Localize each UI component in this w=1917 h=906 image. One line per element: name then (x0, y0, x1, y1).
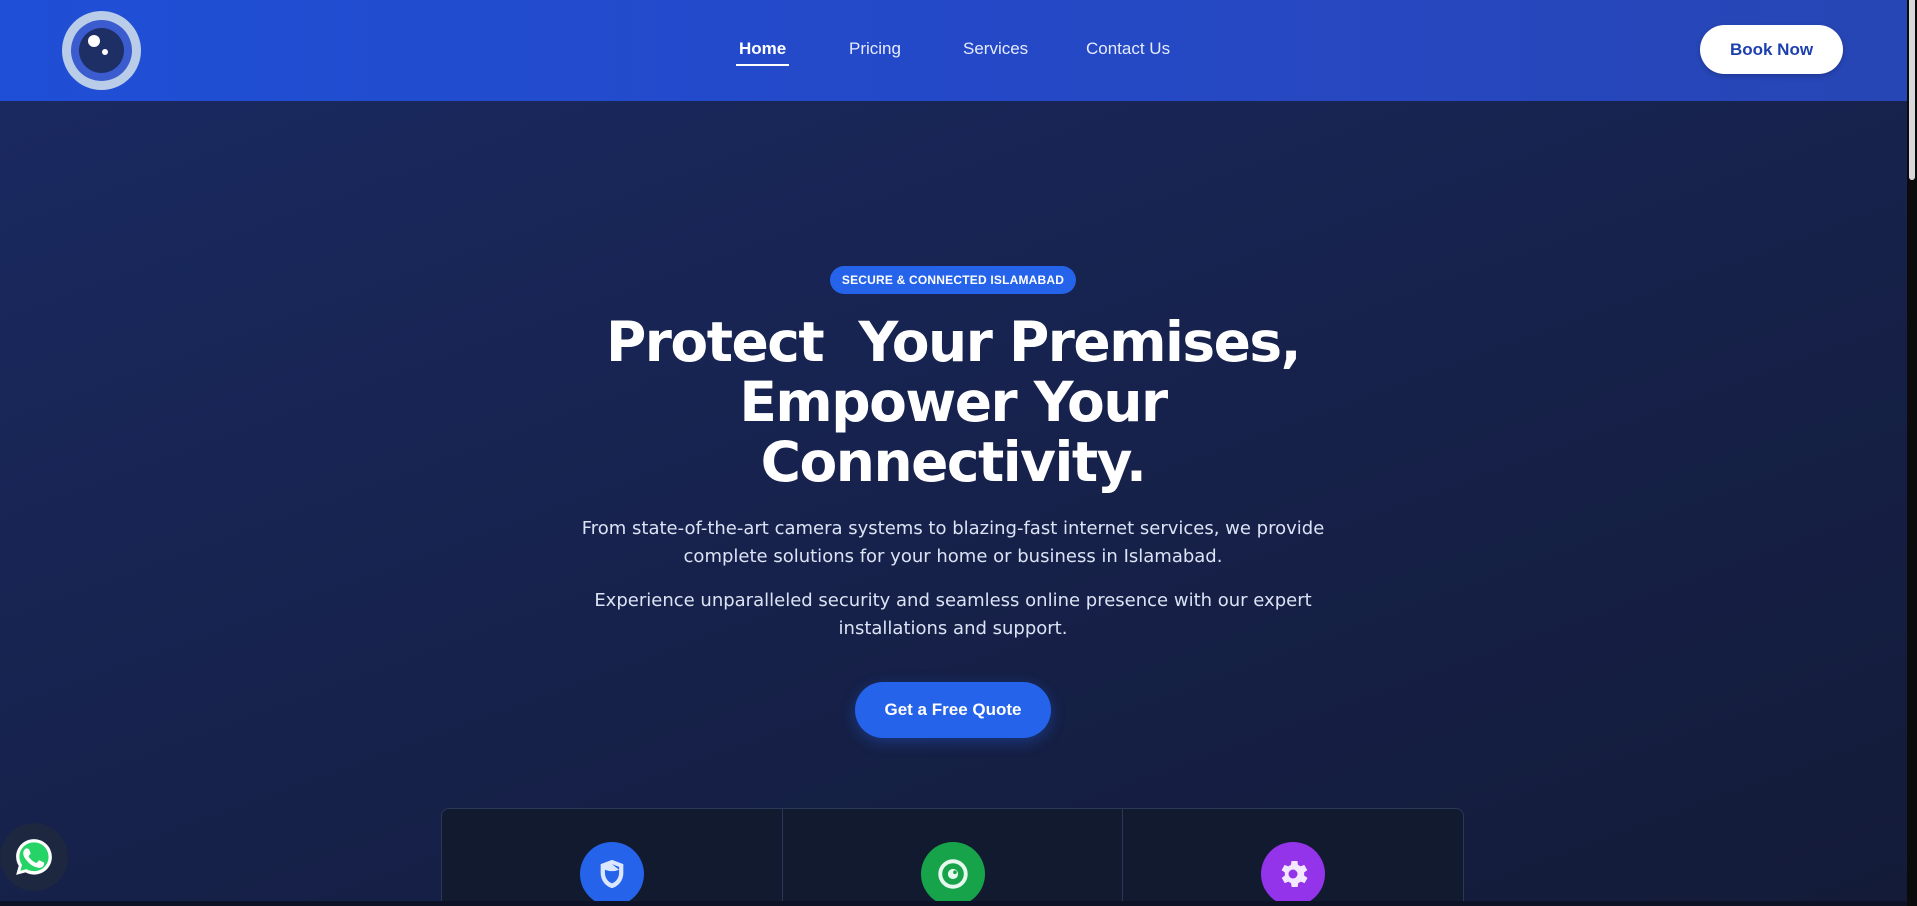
headline-line-1: Protect Your Premises, (605, 310, 1302, 374)
get-free-quote-button[interactable]: Get a Free Quote (855, 682, 1051, 738)
page-scrollbar[interactable] (1907, 0, 1917, 906)
feature-card-camera[interactable] (783, 809, 1124, 906)
feature-card-security[interactable] (442, 809, 783, 906)
gear-icon (1261, 842, 1326, 906)
bottom-edge (0, 901, 1907, 906)
shield-icon (579, 842, 644, 906)
feature-card-support[interactable] (1123, 809, 1463, 906)
headline-line-2: Empower Your (739, 370, 1168, 434)
site-header: Home Pricing Services Contact Us Book No… (0, 0, 1907, 101)
scrollbar-thumb[interactable] (1909, 0, 1915, 180)
hero-paragraph-2: Experience unparalleled security and sea… (594, 590, 1312, 639)
nav-active-underline (736, 64, 789, 66)
main-nav: Home Pricing Services Contact Us (0, 0, 1907, 101)
hero-badge: SECURE & CONNECTED ISLAMABAD (830, 266, 1076, 294)
nav-item-home[interactable]: Home (739, 39, 786, 59)
hero-paragraph-1: From state-of-the-art camera systems to … (581, 518, 1325, 567)
hero-headline: Protect Your Premises, Empower Your Conn… (553, 312, 1353, 492)
nav-item-pricing[interactable]: Pricing (849, 39, 901, 59)
headline-line-3: Connectivity. (760, 430, 1147, 494)
page: Home Pricing Services Contact Us Book No… (0, 0, 1907, 906)
features-strip (441, 808, 1464, 906)
nav-item-contact-us[interactable]: Contact Us (1086, 39, 1170, 59)
whatsapp-icon[interactable] (0, 823, 68, 891)
book-now-button[interactable]: Book Now (1700, 25, 1843, 74)
nav-item-services[interactable]: Services (963, 39, 1028, 59)
camera-icon (920, 842, 985, 906)
